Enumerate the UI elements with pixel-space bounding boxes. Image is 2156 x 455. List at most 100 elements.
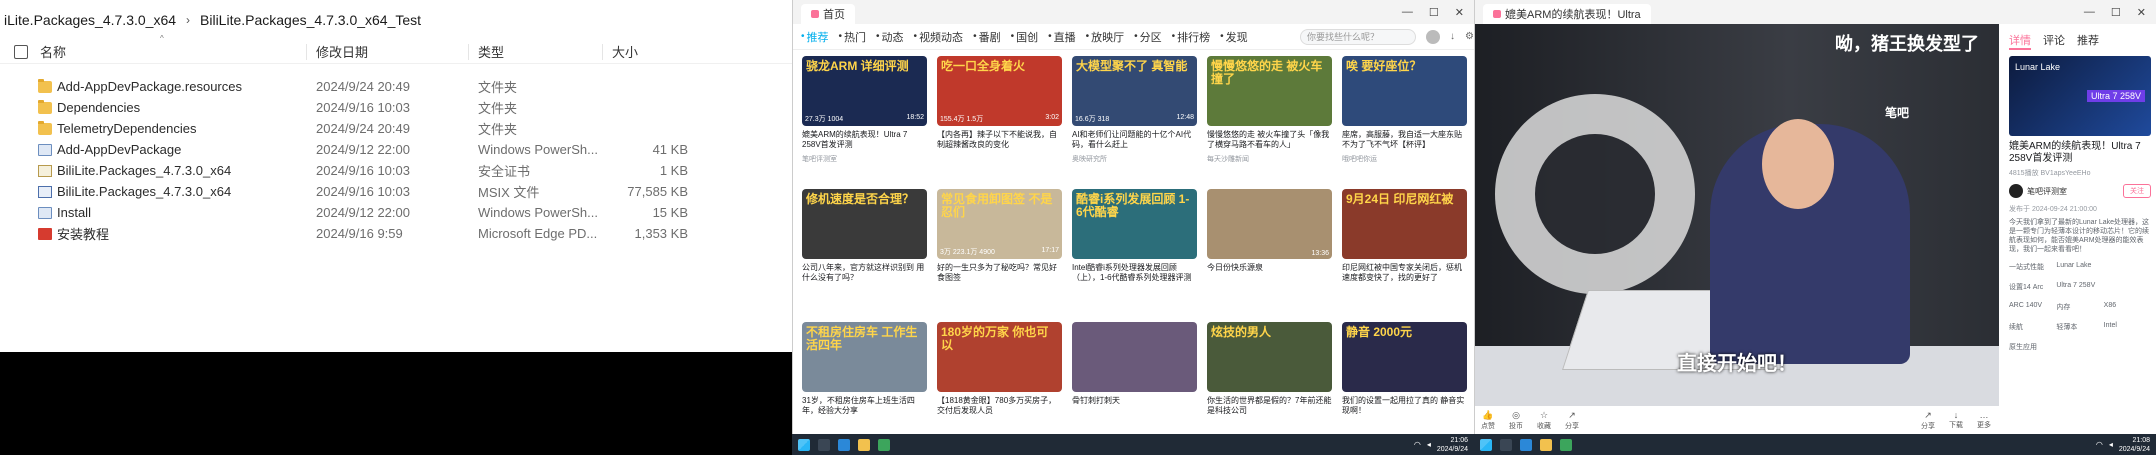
video-title[interactable]: 你生活的世界都是假的？7年前还能是科技公司 (1207, 396, 1332, 416)
gear-icon[interactable]: ⚙ (1465, 31, 1474, 42)
tag-item[interactable] (2104, 262, 2151, 272)
nav-item[interactable]: • 排行榜 (1172, 29, 1211, 45)
video-thumbnail[interactable]: Lunar Lake Ultra 7 258V (2009, 56, 2151, 136)
action-like-button[interactable]: 👍 点赞 (1481, 410, 1495, 431)
nav-item[interactable]: • 放映厅 (1086, 29, 1125, 45)
video-thumbnail[interactable]: 180岁的万家 你也可以 (937, 322, 1062, 392)
uploader-name[interactable]: 笔吧评测室 (802, 154, 927, 164)
minimize-icon[interactable]: — (1402, 6, 1413, 19)
video-title[interactable]: 座席，高服藤，我自适一大座东贴不为了飞不气坏【杯评】 (1342, 130, 1467, 150)
nav-item[interactable]: • 视频动态 (914, 29, 964, 45)
tab-2[interactable]: 推荐 (2077, 32, 2099, 50)
nav-item[interactable]: • 直播 (1048, 29, 1076, 45)
column-divider[interactable] (602, 44, 603, 60)
video-thumbnail[interactable]: 唉 要好座位？ (1342, 56, 1467, 126)
video-thumbnail[interactable]: 酷睿i系列发展回顾 1-6代酷睿 (1072, 189, 1197, 259)
video-thumbnail[interactable]: 骁龙ARM 详细评测 27.3万 1004 18:52 (802, 56, 927, 126)
video-card[interactable]: 修机速度是否合理？ 公司八年来，官方就这样识别到 用什么没有了吗？ (802, 189, 927, 314)
video-title[interactable]: 【内各再】辣子以下不能说我，自制超辣酱改良的变化 (937, 130, 1062, 150)
video-thumbnail[interactable]: 修机速度是否合理？ (802, 189, 927, 259)
edge-icon[interactable] (838, 438, 850, 451)
uploader-name[interactable]: 奥映研究所 (1072, 154, 1197, 164)
video-title[interactable]: 公司八年来，官方就这样识别到 用什么没有了吗？ (802, 263, 927, 283)
download-icon[interactable]: ↓ (1450, 31, 1455, 42)
tag-item[interactable]: 原生应用 (2009, 342, 2056, 352)
video-card[interactable]: 常见食用卸图签 不是 忍们 3万 223.1万 4900 17:17 好的一生只多为了… (937, 189, 1062, 314)
tab-0[interactable]: 详情 (2009, 32, 2031, 50)
tag-item[interactable]: 续航 (2009, 322, 2056, 332)
tag-item[interactable]: Lunar Lake (2056, 262, 2103, 272)
wifi-icon[interactable]: ◠ (1414, 440, 1421, 449)
folder-icon[interactable] (1540, 438, 1552, 451)
file-row[interactable]: TelemetryDependencies 2024/9/24 20:49 文件夹 (0, 118, 792, 139)
column-divider[interactable] (468, 44, 469, 60)
wechat-icon[interactable] (878, 438, 890, 451)
wechat-icon[interactable] (1560, 438, 1572, 451)
action-share-button[interactable]: ↗ 分享 (1565, 410, 1579, 431)
breadcrumb-item[interactable]: BiliLite.Packages_4.7.3.0_x64_Test (200, 12, 421, 28)
tag-item[interactable]: X86 (2104, 302, 2151, 312)
video-card[interactable]: 13:36 今日份快乐源泉 (1207, 189, 1332, 314)
video-thumbnail[interactable]: 吃一口全身着火 155.4万 1.5万 3:02 (937, 56, 1062, 126)
video-card[interactable]: 180岁的万家 你也可以【1818黄金眼】780多万买房子，交付后发现人员 (937, 322, 1062, 447)
tag-item[interactable]: 一站式性能 (2009, 262, 2056, 272)
video-card[interactable]: 炫技的男人 你生活的世界都是假的？7年前还能是科技公司 (1207, 322, 1332, 447)
tag-item[interactable] (2104, 342, 2151, 352)
nav-item[interactable]: • 分区 (1134, 29, 1162, 45)
column-header-name[interactable]: 名称 (40, 42, 66, 61)
video-card[interactable]: 不租房住房车 工作生活四年 31岁，不租房住房车上班生活四年，经验大分享 (802, 322, 927, 447)
file-row[interactable]: Dependencies 2024/9/16 10:03 文件夹 (0, 97, 792, 118)
nav-item[interactable]: • 热门 (839, 29, 867, 45)
tag-item[interactable]: 设置14 Arc (2009, 282, 2056, 292)
video-card[interactable]: 骨钉刺打刺天 (1072, 322, 1197, 447)
breadcrumb-item[interactable]: iLite.Packages_4.7.3.0_x64 (4, 12, 176, 28)
avatar[interactable] (1426, 29, 1441, 44)
tag-item[interactable]: Intel (2104, 322, 2151, 332)
follow-button[interactable]: 关注 (2123, 184, 2151, 198)
nav-item[interactable]: • 国创 (1011, 29, 1039, 45)
video-thumbnail[interactable]: 慢慢悠悠的走 被火车撞了 (1207, 56, 1332, 126)
video-thumbnail[interactable]: 常见食用卸图签 不是 忍们 3万 223.1万 4900 17:17 (937, 189, 1062, 259)
edge-icon[interactable] (1520, 438, 1532, 451)
video-title[interactable]: AI和老师们让问题能的十亿个AI代码，看什么赶上 (1072, 130, 1197, 150)
column-header-size[interactable]: 大小 (612, 42, 688, 61)
tag-item[interactable]: ARC 140V (2009, 302, 2056, 312)
video-card[interactable]: 静音 2000元 我们的设置一起用拉了真的 静音实现啊！ (1342, 322, 1467, 447)
video-thumbnail[interactable]: 13:36 (1207, 189, 1332, 259)
nav-item[interactable]: • 番剧 (973, 29, 1001, 45)
video-card[interactable]: 唉 要好座位？ 座席，高服藤，我自适一大座东贴不为了飞不气坏【杯评】 哦吧吧你运 (1342, 56, 1467, 181)
action-coin-button[interactable]: ◎ 投币 (1509, 410, 1523, 431)
more-button[interactable]: … 更多 (1977, 410, 1991, 431)
start-icon[interactable] (1480, 438, 1492, 451)
video-title[interactable]: 媲美ARM的续航表现！Ultra 7 258V首发评测 (802, 130, 927, 150)
video-title[interactable]: 【1818黄金眼】780多万买房子，交付后发现人员 (937, 396, 1062, 416)
video-card[interactable]: 吃一口全身着火 155.4万 1.5万 3:02 【内各再】辣子以下不能说我，自制超辣… (937, 56, 1062, 181)
video-card[interactable]: 慢慢悠悠的走 被火车撞了 慢慢悠悠的走 被火车撞了头「像我了横穿马路不看车的人」每… (1207, 56, 1332, 181)
clock[interactable]: 21:06 2024/9/24 (1437, 436, 1468, 454)
maximize-icon[interactable]: ☐ (2111, 6, 2121, 19)
video-thumbnail[interactable]: 9月24日 印尼网红被 (1342, 189, 1467, 259)
file-row[interactable]: Install 2024/9/12 22:00 Windows PowerSh...… (0, 202, 792, 223)
nav-item[interactable]: • 动态 (876, 29, 904, 45)
tab-home[interactable]: 首页 (801, 4, 855, 24)
search-icon[interactable] (1500, 438, 1512, 451)
close-icon[interactable]: ✕ (2137, 6, 2146, 19)
file-row[interactable]: BiliLite.Packages_4.7.3.0_x64 2024/9/16 1… (0, 181, 792, 202)
wifi-icon[interactable]: ◠ (2096, 440, 2103, 449)
uploader-name[interactable]: 笔吧评测室 (2027, 186, 2067, 197)
video-title[interactable]: 今日份快乐源泉 (1207, 263, 1332, 283)
video-title[interactable]: 慢慢悠悠的走 被火车撞了头「像我了横穿马路不看车的人」 (1207, 130, 1332, 150)
close-icon[interactable]: ✕ (1455, 6, 1464, 19)
download-button[interactable]: ↓ 下载 (1949, 410, 1963, 431)
column-divider[interactable] (306, 44, 307, 60)
avatar[interactable] (2009, 184, 2023, 198)
tab-1[interactable]: 评论 (2043, 32, 2065, 50)
search-icon[interactable] (818, 438, 830, 451)
video-title[interactable]: 骨钉刺打刺天 (1072, 396, 1197, 416)
video-title[interactable]: 好的一生只多为了秘吃吗？常见好食图签 (937, 263, 1062, 283)
volume-icon[interactable]: ◂ (1427, 440, 1431, 449)
file-row[interactable]: BiliLite.Packages_4.7.3.0_x64 2024/9/16 1… (0, 160, 792, 181)
video-title[interactable]: 31岁，不租房住房车上班生活四年，经验大分享 (802, 396, 927, 416)
video-title[interactable]: Intel酷睿i系列处理器发展回顾（上），1-6代酷睿系列处理器评测 (1072, 263, 1197, 283)
tag-item[interactable] (2104, 282, 2151, 292)
